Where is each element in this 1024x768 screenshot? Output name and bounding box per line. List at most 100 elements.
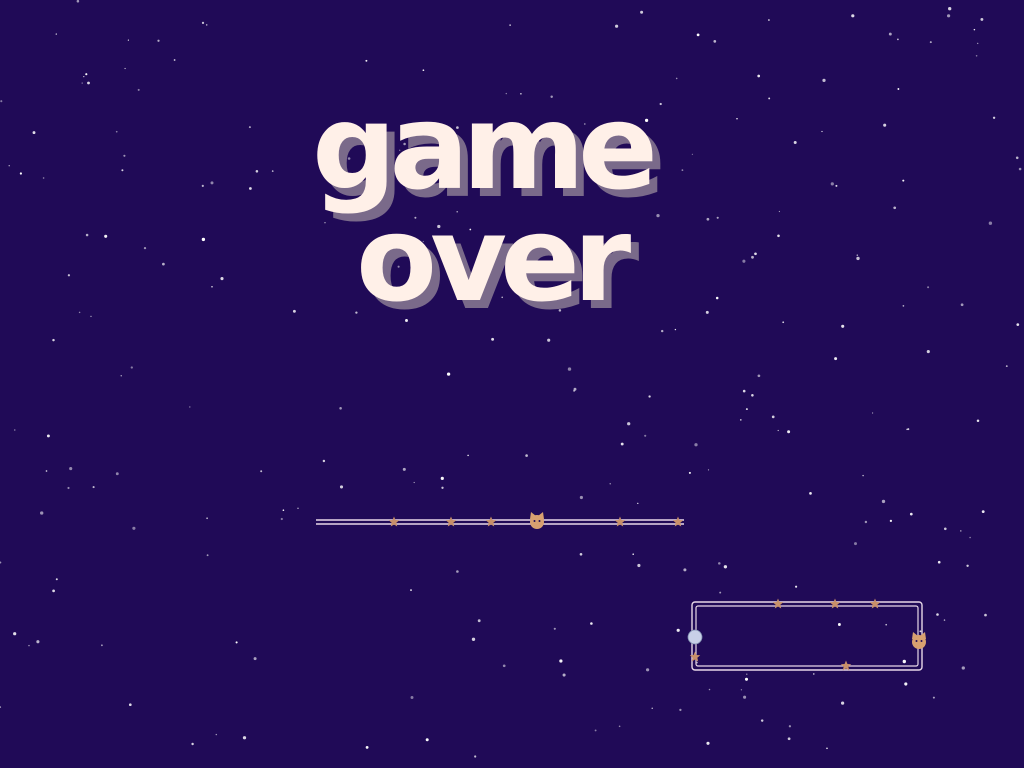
background-star bbox=[322, 459, 326, 463]
background-star bbox=[787, 737, 791, 741]
background-star bbox=[679, 708, 682, 712]
background-star bbox=[280, 517, 283, 521]
background-star bbox=[42, 177, 45, 179]
background-star bbox=[708, 688, 711, 691]
background-star bbox=[282, 509, 285, 512]
star-icon bbox=[829, 598, 841, 609]
background-star bbox=[705, 310, 709, 314]
background-star bbox=[723, 565, 728, 569]
background-star bbox=[694, 443, 698, 447]
background-star bbox=[872, 412, 874, 414]
background-star bbox=[467, 454, 469, 457]
background-star bbox=[324, 222, 326, 224]
background-star bbox=[751, 255, 754, 259]
background-star bbox=[795, 585, 798, 588]
background-star bbox=[904, 682, 908, 686]
background-star bbox=[745, 408, 748, 411]
menu-frame-button[interactable] bbox=[686, 594, 930, 678]
background-star bbox=[718, 562, 721, 565]
level-progress-track[interactable] bbox=[316, 510, 684, 534]
background-star bbox=[81, 82, 83, 84]
background-star bbox=[674, 328, 677, 331]
background-star bbox=[594, 729, 597, 732]
title-game: game bbox=[312, 78, 658, 216]
background-star bbox=[104, 234, 108, 238]
background-star bbox=[123, 154, 126, 157]
background-star bbox=[206, 517, 208, 520]
background-star bbox=[477, 619, 481, 623]
background-star bbox=[52, 589, 55, 593]
background-star bbox=[675, 77, 678, 80]
background-star bbox=[83, 75, 85, 78]
background-star bbox=[248, 126, 251, 129]
background-star bbox=[402, 467, 406, 471]
background-star bbox=[547, 338, 551, 342]
background-star bbox=[491, 337, 495, 341]
background-star bbox=[809, 492, 812, 495]
background-star bbox=[441, 486, 444, 489]
background-star bbox=[8, 165, 10, 167]
background-star bbox=[87, 81, 90, 85]
background-star bbox=[502, 664, 506, 668]
background-star bbox=[573, 387, 577, 391]
background-star bbox=[681, 169, 684, 172]
background-star bbox=[739, 419, 742, 421]
background-star bbox=[976, 419, 980, 422]
background-star bbox=[966, 564, 969, 568]
background-star bbox=[926, 350, 930, 354]
background-star bbox=[841, 324, 845, 328]
cat-face-icon bbox=[530, 512, 544, 529]
background-star bbox=[787, 430, 791, 434]
background-star bbox=[777, 234, 780, 238]
star-icon bbox=[614, 516, 626, 527]
background-star bbox=[46, 434, 50, 438]
background-star bbox=[206, 554, 209, 557]
background-star bbox=[716, 216, 719, 219]
background-star bbox=[1015, 156, 1019, 160]
background-star bbox=[632, 553, 634, 555]
background-star bbox=[644, 434, 647, 437]
background-star bbox=[888, 32, 892, 36]
background-star bbox=[754, 252, 757, 256]
background-star bbox=[893, 206, 897, 210]
background-star bbox=[40, 511, 44, 515]
background-star bbox=[76, 0, 80, 3]
background-star bbox=[92, 486, 95, 489]
background-star bbox=[715, 296, 719, 300]
background-star bbox=[767, 19, 770, 21]
background-star bbox=[856, 254, 859, 256]
background-star bbox=[960, 303, 964, 307]
background-star bbox=[615, 24, 619, 28]
background-star bbox=[864, 520, 868, 524]
background-star bbox=[757, 74, 761, 78]
background-star bbox=[13, 632, 17, 636]
background-star bbox=[249, 187, 252, 190]
background-star bbox=[115, 130, 118, 133]
background-star bbox=[422, 69, 425, 72]
background-star bbox=[691, 153, 694, 155]
background-star bbox=[85, 233, 89, 237]
background-star bbox=[992, 116, 996, 119]
background-star bbox=[909, 512, 913, 516]
background-star bbox=[651, 707, 653, 709]
game-over-screen: game over bbox=[0, 0, 1024, 768]
background-star bbox=[897, 88, 900, 90]
background-star bbox=[969, 536, 971, 539]
background-star bbox=[260, 470, 263, 473]
background-star bbox=[688, 471, 691, 474]
background-star bbox=[936, 613, 939, 616]
background-star bbox=[743, 695, 747, 699]
background-star bbox=[235, 641, 238, 644]
background-star bbox=[579, 552, 583, 556]
background-star bbox=[1018, 167, 1022, 171]
background-star bbox=[440, 476, 444, 480]
background-star bbox=[242, 736, 247, 740]
background-star bbox=[137, 88, 140, 91]
background-star bbox=[365, 59, 368, 62]
background-star bbox=[676, 628, 680, 632]
star-icon bbox=[840, 660, 852, 671]
background-star bbox=[620, 442, 624, 446]
background-star bbox=[215, 733, 218, 736]
background-star bbox=[210, 181, 214, 185]
background-star bbox=[410, 589, 412, 592]
